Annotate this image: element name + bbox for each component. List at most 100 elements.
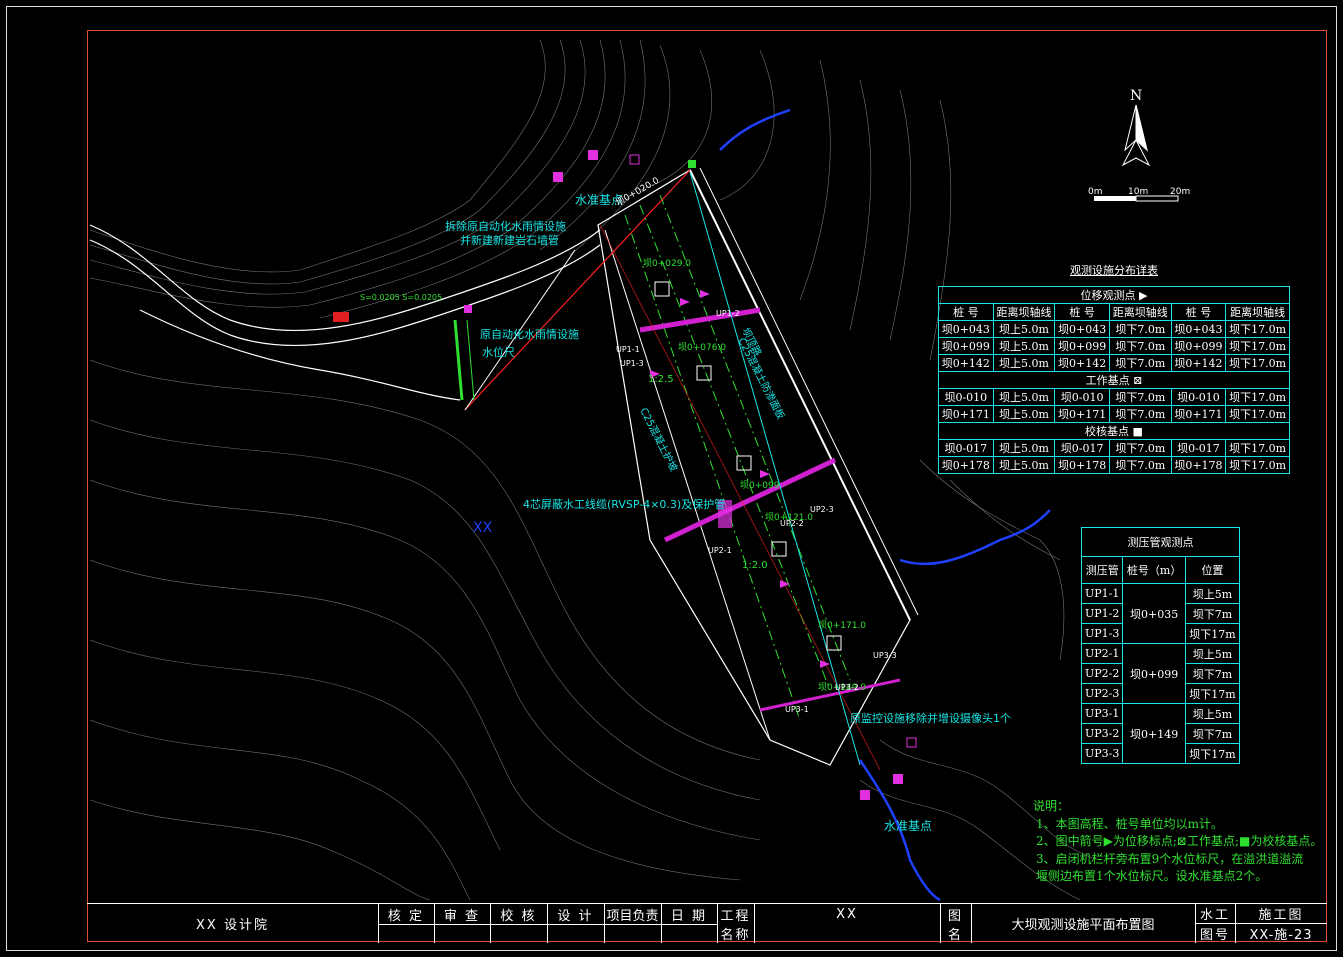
table-cell: 坝0+099 — [1054, 337, 1110, 355]
table-cell: 坝下17.0m — [1225, 405, 1290, 423]
discipline: 水工 — [1199, 908, 1230, 923]
monitoring-distribution-table: 位移观测点 ▶ 桩 号 距离坝轴线 桩 号 距离坝轴线 桩 号 距离坝轴线 坝0… — [938, 286, 1290, 474]
table-cell: 坝下7.0m — [1108, 388, 1172, 406]
notes-line: 1、本图高程、桩号单位均以m计。 — [1036, 817, 1224, 831]
table-cell: UP2-3 — [1080, 683, 1124, 704]
project-label: 工程 — [720, 908, 751, 924]
table-cell: 坝0-010 — [1170, 388, 1227, 406]
table-row: UP3-1 坝0+149 坝上5m — [1080, 703, 1241, 764]
inner-border — [87, 30, 1327, 942]
table-cell: 坝0+171 — [1170, 405, 1227, 423]
table-cell: 坝0+043 — [1054, 320, 1110, 338]
table-cell: UP2-1 — [1080, 643, 1124, 664]
table-cell: 坝0+099 — [1170, 337, 1227, 355]
table-row: 坝0+171 坝上5.0m 坝0+171 坝下7.0m 坝0+171 坝下17.0m — [938, 405, 1290, 423]
table1-header: 距离坝轴线 — [992, 303, 1056, 321]
role-project-lead: 项目负责 — [606, 908, 659, 924]
table-cell: 坝上5.0m — [992, 320, 1056, 338]
table1-section-work-base: 工作基点 ⊠ — [938, 371, 1290, 389]
table1-title: 观测设施分布详表 — [1070, 264, 1158, 277]
table-cell: 坝上5.0m — [992, 337, 1056, 355]
title-block: XX 设计院 核 定 审 查 校 核 设 计 项目负责 日 期 工程 名称 XX… — [87, 903, 1327, 943]
table1-section-displacement: 位移观测点 ▶ — [938, 286, 1290, 304]
table1-header: 桩 号 — [938, 303, 994, 321]
table-cell: 坝上5m — [1184, 643, 1241, 664]
drawing-number: XX-施-23 — [1249, 927, 1313, 943]
table-cell: 坝0+171 — [1054, 405, 1110, 423]
notes-line: 堰侧边布置1个水位标尺。设水准基点2个。 — [1036, 869, 1268, 883]
table-cell: 坝下17.0m — [1225, 388, 1290, 406]
table-cell: 坝下17m — [1184, 623, 1241, 644]
table-cell: 坝上5.0m — [992, 456, 1056, 474]
table-row: 坝0+099 坝上5.0m 坝0+099 坝下7.0m 坝0+099 坝下17.0m — [938, 337, 1290, 355]
table-cell: 坝下7m — [1184, 663, 1241, 684]
role-check: 校 核 — [500, 908, 537, 924]
table1-header: 距离坝轴线 — [1225, 303, 1290, 321]
table-cell: 坝上5.0m — [992, 354, 1056, 372]
table-cell: 坝0+178 — [1170, 456, 1227, 474]
table-cell: UP3-2 — [1080, 723, 1124, 744]
table1-header: 距离坝轴线 — [1108, 303, 1172, 321]
table2-header: 测压管 — [1080, 556, 1124, 584]
table-cell: 坝0-010 — [1054, 388, 1110, 406]
piezometer-table: 测压管观测点 测压管 桩号（m） 位置 UP1-1 坝0+035 坝上5m UP1-… — [1080, 527, 1241, 764]
drawing-name: 大坝观测设施平面布置图 — [1011, 918, 1155, 933]
table2-title: 测压管观测点 — [1081, 527, 1240, 557]
table-cell: 坝0+099 — [938, 337, 994, 355]
table-cell: 坝下7.0m — [1108, 405, 1172, 423]
table-cell: 坝下7.0m — [1108, 320, 1172, 338]
table-cell: 坝上5m — [1184, 583, 1241, 604]
table-cell: 坝下17m — [1184, 683, 1241, 704]
table-cell: 坝0-017 — [1054, 439, 1110, 457]
table-row: 坝0+142 坝上5.0m 坝0+142 坝下7.0m 坝0+142 坝下17.0m — [938, 354, 1290, 372]
table-cell: 坝0+142 — [1054, 354, 1110, 372]
table-cell: 坝上5.0m — [992, 439, 1056, 457]
table-cell: 坝0+142 — [1170, 354, 1227, 372]
table-cell: 坝下17.0m — [1225, 354, 1290, 372]
table-cell: 坝下17.0m — [1225, 320, 1290, 338]
notes-title: 说明： — [1033, 799, 1070, 813]
table-cell: 坝0-010 — [938, 388, 994, 406]
table-cell: UP1-1 — [1080, 583, 1124, 604]
design-stage: 施工图 — [1258, 908, 1304, 923]
table2-header: 桩号（m） — [1122, 556, 1186, 584]
table-cell: 坝下7.0m — [1108, 354, 1172, 372]
table-row: 坝0-017 坝上5.0m 坝0-017 坝下7.0m 坝0-017 坝下17.0m — [938, 439, 1290, 457]
table-cell: 坝0-017 — [938, 439, 994, 457]
table-cell: UP3-1 — [1080, 703, 1124, 724]
table-row: UP1-1 坝0+035 坝上5m — [1080, 583, 1241, 644]
table-cell: 坝0+043 — [938, 320, 994, 338]
drawing-label: 图 — [947, 908, 963, 924]
number-label: 图号 — [1199, 927, 1230, 943]
table-row: 坝0+178 坝上5.0m 坝0+178 坝下7.0m 坝0+178 坝下17.0m — [938, 456, 1290, 474]
table-cell: UP3-3 — [1080, 743, 1124, 764]
notes-line: 2、图中箭号▶为位移标点;⊠工作基点;■为校核基点。 — [1036, 834, 1323, 848]
table1-header: 桩 号 — [1054, 303, 1110, 321]
notes-line: 3、启闭机栏杆旁布置9个水位标尺，在溢洪道溢流 — [1036, 852, 1304, 866]
project-label: 名称 — [720, 927, 751, 943]
table-cell: 坝0+171 — [938, 405, 994, 423]
table-cell: 坝0+099 — [1122, 643, 1186, 704]
table2-header: 位置 — [1184, 556, 1241, 584]
table-cell: 坝上5.0m — [992, 405, 1056, 423]
drawing-label: 名 — [947, 927, 963, 943]
table-row: 坝0-010 坝上5.0m 坝0-010 坝下7.0m 坝0-010 坝下17.0m — [938, 388, 1290, 406]
table-cell: 坝下7.0m — [1108, 337, 1172, 355]
table-cell: 坝下17m — [1184, 743, 1241, 764]
role-review: 审 查 — [443, 908, 481, 924]
role-approve: 核 定 — [387, 908, 425, 924]
table-cell: 坝上5.0m — [992, 388, 1056, 406]
table1-header: 桩 号 — [1170, 303, 1227, 321]
table-cell: 坝下7m — [1184, 723, 1241, 744]
table-cell: 坝0+178 — [938, 456, 994, 474]
project-name: XX — [836, 906, 858, 922]
table-cell: 坝下7m — [1184, 603, 1241, 624]
design-institute: XX 设计院 — [196, 918, 269, 933]
table-row: 坝0+043 坝上5.0m 坝0+043 坝下7.0m 坝0+043 坝下17.0m — [938, 320, 1290, 338]
table-row: UP2-1 坝0+099 坝上5m — [1080, 643, 1241, 704]
table-cell: 坝0+035 — [1122, 583, 1186, 644]
table-cell: UP2-2 — [1080, 663, 1124, 684]
table-cell: 坝下17.0m — [1225, 439, 1290, 457]
table1-section-check-base: 校核基点 ■ — [938, 422, 1290, 440]
table-cell: UP1-3 — [1080, 623, 1124, 644]
